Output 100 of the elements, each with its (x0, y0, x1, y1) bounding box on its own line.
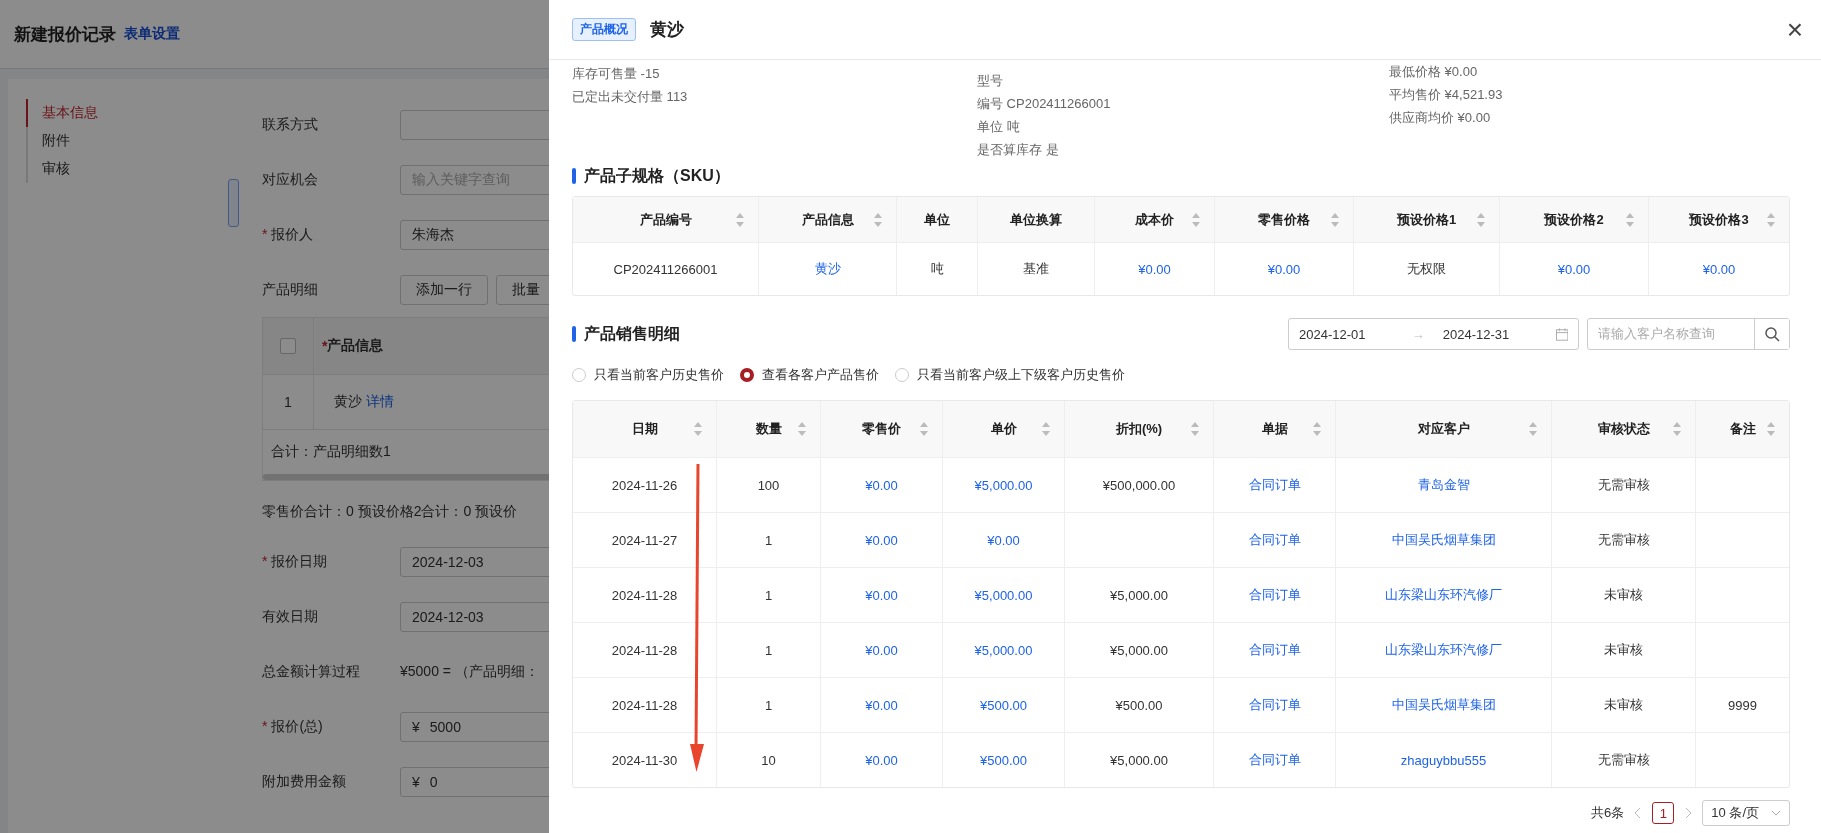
sort-icon[interactable] (1767, 422, 1775, 436)
table-link[interactable]: 山东梁山东环汽修厂 (1336, 623, 1552, 677)
column-header[interactable]: 审核状态 (1552, 401, 1696, 457)
table-link[interactable]: 青岛金智 (1336, 458, 1552, 512)
column-header[interactable]: 零售价格 (1215, 197, 1354, 242)
table-link[interactable]: 合同订单 (1214, 678, 1336, 732)
table-link[interactable]: ¥0.00 (1500, 243, 1649, 295)
input-field[interactable]: 朱海杰 (400, 219, 549, 250)
action-button[interactable]: 批量 (496, 274, 549, 305)
table-link[interactable]: ¥5,000.00 (943, 458, 1065, 512)
sort-icon[interactable] (1477, 212, 1485, 227)
radio-option[interactable]: 只看当前客户级上下级客户历史售价 (895, 366, 1125, 384)
table-link[interactable]: ¥0.00 (821, 513, 943, 567)
sort-icon[interactable] (694, 422, 702, 436)
table-cell: 1 (717, 678, 821, 732)
sort-icon[interactable] (736, 212, 744, 227)
page-button[interactable]: 1 (1652, 802, 1675, 824)
sort-icon[interactable] (1191, 422, 1199, 436)
table-link[interactable]: ¥0.00 (821, 568, 943, 622)
field-label: * 报价(总) (262, 717, 324, 736)
column-header[interactable]: 折扣(%) (1065, 401, 1214, 457)
column-header[interactable]: 备注 (1696, 401, 1789, 457)
table-link[interactable]: ¥5,000.00 (943, 568, 1065, 622)
table-link[interactable]: ¥0.00 (943, 513, 1065, 567)
sort-icon[interactable] (1042, 422, 1050, 436)
column-header[interactable]: 预设价格2 (1500, 197, 1649, 242)
sort-icon[interactable] (1313, 422, 1321, 436)
info-text: 型号 (977, 72, 1004, 90)
page-size-select[interactable]: 10 条/页 (1702, 800, 1790, 826)
field-label: * 报价人 (262, 225, 315, 244)
column-header[interactable]: 产品编号 (573, 197, 759, 242)
details-link[interactable]: 详情 (366, 393, 394, 411)
date-range-field[interactable]: 2024-12-01 → 2024-12-31 (1288, 318, 1579, 350)
table-link[interactable]: 中国吴氏烟草集团 (1336, 513, 1552, 567)
next-page-icon[interactable] (1684, 807, 1693, 819)
table-link[interactable]: 合同订单 (1214, 733, 1336, 787)
sort-icon[interactable] (1626, 212, 1634, 227)
table-link[interactable]: ¥0.00 (821, 623, 943, 677)
table-cell: 未审核 (1552, 568, 1696, 622)
table-link[interactable]: 合同订单 (1214, 568, 1336, 622)
column-header[interactable]: 数量 (717, 401, 821, 457)
input-field[interactable]: ¥ 0 (400, 766, 549, 797)
field-value: ¥5000 = （产品明细： (400, 662, 539, 681)
nav-item[interactable]: 审核 (26, 155, 208, 183)
sort-icon[interactable] (920, 422, 928, 436)
nav-item[interactable]: 附件 (26, 127, 208, 155)
table-cell: 无需审核 (1552, 458, 1696, 512)
input-field[interactable]: 2024-12-03 (400, 546, 549, 577)
previous-page-icon[interactable] (1634, 807, 1643, 819)
table-link[interactable]: ¥0.00 (1649, 243, 1789, 295)
radio-option[interactable]: 查看各客户产品售价 (740, 366, 879, 384)
column-header[interactable]: 零售价 (821, 401, 943, 457)
column-header: 单位 (897, 197, 978, 242)
table-link[interactable]: ¥500.00 (943, 733, 1065, 787)
table-link[interactable]: 合同订单 (1214, 458, 1336, 512)
table-link[interactable]: ¥5,000.00 (943, 623, 1065, 677)
column-header[interactable]: 单据 (1214, 401, 1336, 457)
column-header[interactable]: 预设价格1 (1354, 197, 1500, 242)
column-header[interactable]: 预设价格3 (1649, 197, 1789, 242)
radio-option[interactable]: 只看当前客户历史售价 (572, 366, 724, 384)
table-cell: 2024-11-26 (573, 458, 717, 512)
input-field[interactable]: 2024-12-03 (400, 601, 549, 632)
table-link[interactable]: ¥500.00 (943, 678, 1065, 732)
column-header[interactable]: 对应客户 (1336, 401, 1552, 457)
column-header: 单位换算 (978, 197, 1095, 242)
table-link[interactable]: 黄沙 (759, 243, 897, 295)
table-cell: CP202411266001 (573, 243, 759, 295)
sort-icon[interactable] (1673, 422, 1681, 436)
table-link[interactable]: ¥0.00 (821, 458, 943, 512)
table-cell: 未审核 (1552, 623, 1696, 677)
table-link[interactable]: 山东梁山东环汽修厂 (1336, 568, 1552, 622)
form-settings-link[interactable]: 表单设置 (124, 25, 180, 43)
section-title: 产品销售明细 (584, 323, 680, 344)
table-link[interactable]: 中国吴氏烟草集团 (1336, 678, 1552, 732)
table-link[interactable]: ¥0.00 (1215, 243, 1354, 295)
sort-icon[interactable] (1529, 422, 1537, 436)
column-header[interactable]: 产品信息 (759, 197, 897, 242)
close-button[interactable]: × (1782, 15, 1807, 44)
sort-icon[interactable] (874, 212, 882, 227)
table-link[interactable]: ¥0.00 (821, 678, 943, 732)
sort-icon[interactable] (798, 422, 806, 436)
column-header[interactable]: 单价 (943, 401, 1065, 457)
collapse-handle[interactable] (228, 179, 239, 227)
table-link[interactable]: zhaguybbu555 (1336, 733, 1552, 787)
modal-overlay[interactable] (0, 0, 549, 833)
checkbox[interactable] (280, 338, 296, 354)
column-header[interactable]: 成本价 (1095, 197, 1215, 242)
search-icon[interactable] (1764, 326, 1780, 342)
table-link[interactable]: 合同订单 (1214, 623, 1336, 677)
input-field[interactable]: ¥ 5000 (400, 711, 549, 742)
column-header[interactable]: 日期 (573, 401, 717, 457)
nav-item[interactable]: 基本信息 (26, 99, 208, 127)
action-button[interactable]: 添加一行 (400, 274, 488, 305)
table-link[interactable]: ¥0.00 (1095, 243, 1215, 295)
table-link[interactable]: ¥0.00 (821, 733, 943, 787)
sort-icon[interactable] (1331, 212, 1339, 227)
sort-icon[interactable] (1192, 212, 1200, 227)
table-cell: 未审核 (1552, 678, 1696, 732)
table-link[interactable]: 合同订单 (1214, 513, 1336, 567)
sort-icon[interactable] (1767, 212, 1775, 227)
